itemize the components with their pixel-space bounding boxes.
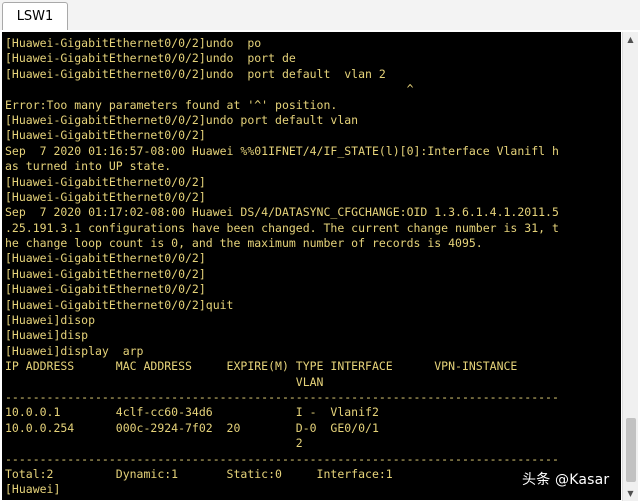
terminal-line: [Huawei-GigabitEthernet0/0/2] xyxy=(5,174,206,189)
terminal-line: as turned into UP state. xyxy=(5,159,172,174)
terminal-line: [Huawei]disop xyxy=(5,313,96,328)
terminal-line: ----------------------------------------… xyxy=(5,451,559,466)
terminal-line: Error:Too many parameters found at '^' p… xyxy=(5,97,338,112)
watermark: 头条 @Kasar xyxy=(522,472,610,488)
terminal-console[interactable]: [Huawei-GigabitEthernet0/0/2]undo po [Hua… xyxy=(2,32,621,500)
terminal-line: .25.191.3.1 configurations have been cha… xyxy=(5,220,559,235)
terminal-line: [Huawei-GigabitEthernet0/0/2] xyxy=(5,266,206,281)
terminal-line: 10.0.0.1 4clf-cc60-34d6 I - Vlanif2 xyxy=(5,405,379,420)
terminal-line: [Huawei-GigabitEthernet0/0/2]undo port d… xyxy=(5,112,359,127)
terminal-line: [Huawei-GigabitEthernet0/0/2]undo port d… xyxy=(5,51,296,66)
terminal-line: Sep 7 2020 01:17:02-08:00 Huawei DS/4/DA… xyxy=(5,205,559,220)
terminal-line: [Huawei-GigabitEthernet0/0/2] xyxy=(5,189,206,204)
scroll-down-arrow-icon[interactable]: ▼ xyxy=(623,486,638,501)
terminal-line: [Huawei-GigabitEthernet0/0/2] xyxy=(5,128,206,143)
terminal-line: [Huawei-GigabitEthernet0/0/2]undo po xyxy=(5,36,262,50)
terminal-line: [Huawei-GigabitEthernet0/0/2]quit xyxy=(5,297,234,312)
terminal-line: VLAN xyxy=(5,374,324,389)
scrollbar-thumb[interactable] xyxy=(626,418,636,482)
terminal-window: [Huawei-GigabitEthernet0/0/2]undo po [Hua… xyxy=(0,30,640,503)
tab-bar: LSW1 xyxy=(0,0,640,31)
terminal-line: ----------------------------------------… xyxy=(5,389,559,404)
terminal-line: [Huawei]display arp xyxy=(5,343,144,358)
scroll-up-arrow-icon[interactable]: ▲ xyxy=(623,32,638,47)
vertical-scrollbar[interactable]: ▲ ▼ xyxy=(622,32,638,501)
terminal-line: IP ADDRESS MAC ADDRESS EXPIRE(M) TYPE IN… xyxy=(5,359,518,374)
terminal-line: ^ xyxy=(5,82,414,97)
terminal-line: [Huawei-GigabitEthernet0/0/2]undo port d… xyxy=(5,66,386,81)
terminal-line: he change loop count is 0, and the maxim… xyxy=(5,236,483,251)
terminal-line: Sep 7 2020 01:16:57-08:00 Huawei %%01IFN… xyxy=(5,143,559,158)
terminal-line: 10.0.0.254 000c-2924-7f02 20 D-0 GE0/0/1 xyxy=(5,420,379,435)
terminal-output: [Huawei-GigabitEthernet0/0/2]undo po [Hua… xyxy=(5,36,621,498)
terminal-line: [Huawei]disp xyxy=(5,328,89,343)
terminal-line: 2 xyxy=(5,436,303,451)
tab-lsw1[interactable]: LSW1 xyxy=(2,2,68,30)
terminal-line: [Huawei-GigabitEthernet0/0/2] xyxy=(5,251,206,266)
terminal-line: [Huawei-GigabitEthernet0/0/2] xyxy=(5,282,206,297)
